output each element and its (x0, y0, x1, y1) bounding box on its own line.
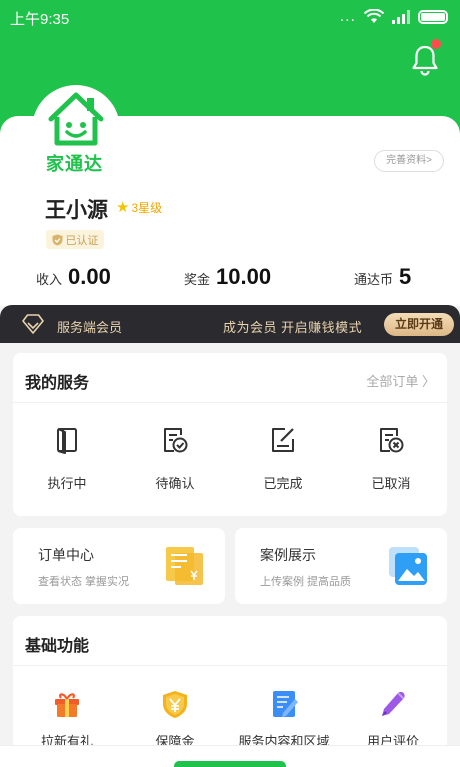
stat-income-value: 0.00 (68, 264, 111, 289)
my-services-panel: 我的服务 全部订单 〉 执行中 待确认 已完成 已取消 (13, 353, 447, 516)
vip-promo-text: 成为会员 开启赚钱模式 (223, 320, 363, 335)
completed-icon (272, 428, 294, 452)
stat-income-label: 收入 (36, 272, 63, 287)
document-edit-icon (273, 691, 298, 717)
service-completed[interactable]: 已完成 (243, 425, 323, 492)
more-dots-icon: ... (339, 7, 356, 25)
service-cancelled-label: 已取消 (371, 476, 411, 491)
function-deposit[interactable]: 保障金 (125, 689, 225, 750)
case-gallery-title: 案例展示 (260, 547, 316, 563)
service-completed-label: 已完成 (263, 476, 303, 491)
vip-banner[interactable]: 服务端会员 成为会员 开启赚钱模式 立即开通 (0, 305, 460, 343)
signal-icon (392, 9, 410, 24)
gift-icon (55, 693, 79, 717)
shield-yen-icon (163, 691, 187, 718)
stat-income[interactable]: 收入 0.00 (36, 264, 111, 290)
pending-icon (164, 428, 188, 453)
shield-check-icon (52, 234, 62, 245)
user-name: 王小源 (45, 199, 108, 222)
order-center-card[interactable]: 订单中心 查看状态 掌握实况 (13, 528, 225, 604)
stat-bonus-label: 奖金 (184, 272, 211, 287)
wifi-icon (364, 9, 384, 23)
my-services-title: 我的服务 (25, 375, 90, 392)
service-pending[interactable]: 待确认 (135, 425, 215, 492)
vip-open-button[interactable]: 立即开通 (384, 313, 454, 336)
all-orders-link[interactable]: 全部订单 〉 (366, 371, 435, 390)
function-service-area[interactable]: 服务内容和区域 (234, 689, 334, 750)
user-level-label: 3星级 (131, 200, 163, 215)
service-in-progress-label: 执行中 (47, 476, 87, 491)
stat-coins-label: 通达币 (354, 272, 394, 287)
case-gallery-card[interactable]: 案例展示 上传案例 提高品质 (235, 528, 447, 604)
vip-title: 服务端会员 (57, 320, 123, 335)
case-gallery-subtitle: 上传案例 提高品质 (260, 576, 352, 588)
complete-profile-button[interactable]: 完善资料> (374, 150, 444, 172)
battery-icon (418, 9, 448, 24)
service-in-progress[interactable]: 执行中 (27, 425, 107, 492)
house-smile-icon (48, 92, 104, 146)
in-progress-icon (57, 428, 77, 454)
cancelled-icon (380, 428, 404, 453)
notification-badge (431, 39, 441, 49)
bottom-action-button[interactable] (174, 761, 286, 767)
stat-bonus-value: 10.00 (216, 264, 272, 289)
brand-logo-text: 家通达 (46, 154, 103, 174)
order-center-icon (166, 547, 203, 585)
stat-coins[interactable]: 通达币 5 (354, 264, 411, 290)
case-gallery-icon (389, 547, 427, 585)
function-invite-gift[interactable]: 拉新有礼 (17, 689, 117, 750)
service-pending-label: 待确认 (155, 476, 195, 491)
status-icons: ... (339, 7, 448, 25)
status-time: 上午9:35 (10, 11, 70, 28)
divider (13, 402, 447, 403)
order-center-subtitle: 查看状态 掌握实况 (38, 576, 130, 588)
diamond-icon (22, 314, 44, 334)
verified-badge: 已认证 (46, 230, 104, 249)
stat-bonus[interactable]: 奖金 10.00 (184, 264, 271, 290)
user-level-badge: ★ 3星级 (116, 198, 162, 216)
verified-label: 已认证 (65, 234, 99, 247)
status-bar: 上午9:35 ... (0, 0, 460, 34)
basic-functions-title: 基础功能 (25, 638, 90, 655)
pencil-icon (382, 691, 405, 716)
service-cancelled[interactable]: 已取消 (351, 425, 431, 492)
function-user-reviews[interactable]: 用户评价 (343, 689, 443, 750)
divider (13, 665, 447, 666)
order-center-title: 订单中心 (38, 547, 94, 563)
stat-coins-value: 5 (399, 264, 412, 289)
star-icon: ★ (116, 199, 130, 216)
